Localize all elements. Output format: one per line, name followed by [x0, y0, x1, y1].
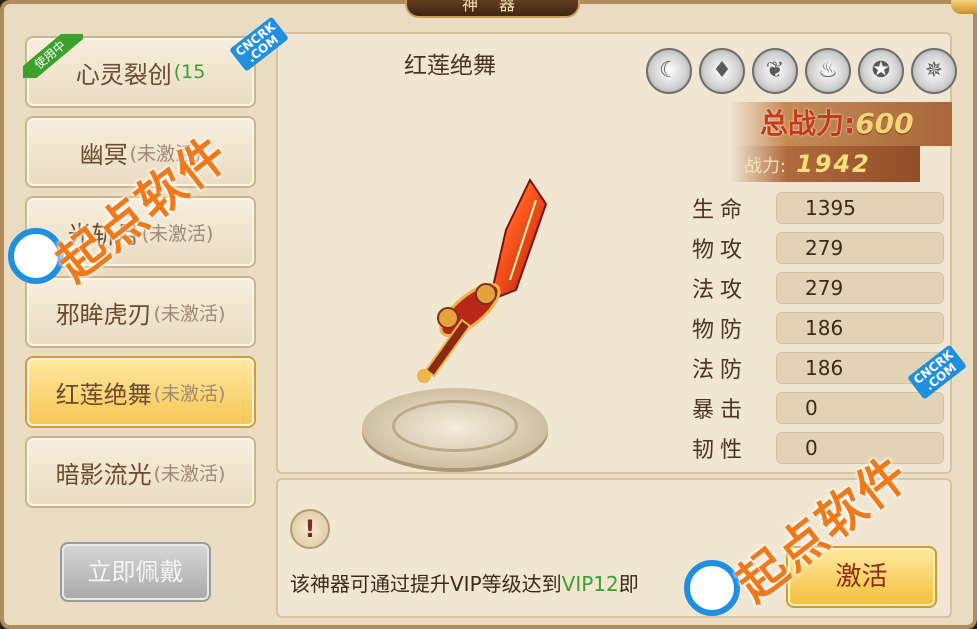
window-title: 神 器	[405, 0, 580, 18]
stat-value: 186	[776, 352, 944, 384]
total-power-label: 总战力:	[760, 107, 856, 140]
demon-icon[interactable]: ✵	[911, 48, 957, 94]
sword-image	[417, 177, 548, 383]
close-corner-icon[interactable]	[951, 0, 977, 14]
artifact-item-youming[interactable]: 幽冥 (未激活)	[25, 116, 256, 188]
stat-row-phys-atk: 物攻 279	[692, 231, 944, 265]
stat-value: 0	[776, 432, 944, 464]
artifact-item-name: 暗影流光	[55, 460, 152, 489]
artifact-power-value: 1942	[796, 150, 871, 178]
stat-label: 生命	[692, 198, 749, 223]
artifact-power-label: 战力:	[744, 156, 787, 177]
stat-value: 279	[776, 232, 944, 264]
artifact-item-status: (15	[173, 61, 206, 83]
exclamation-icon: !	[290, 509, 330, 549]
stat-label: 韧性	[692, 438, 749, 463]
hint-suffix: 即	[618, 572, 639, 596]
artifact-item-name: 幽冥	[79, 140, 128, 169]
artifact-item-status: (未激活)	[153, 382, 226, 405]
stat-row-crit: 暴击 0	[692, 391, 944, 425]
artifact-title: 红莲绝舞	[404, 53, 496, 79]
total-power: 总战力:600	[730, 102, 952, 146]
artifact-item-honglianjuewu[interactable]: 红莲绝舞 (未激活)	[25, 356, 256, 428]
artifact-item-status: (未激活)	[153, 302, 226, 325]
unlock-hint: 该神器可通过提升VIP等级达到VIP12即	[290, 568, 639, 597]
artifact-item-xinling[interactable]: 使用中 心灵裂创 (15	[23, 34, 256, 108]
stat-value: 1395	[776, 192, 944, 224]
artifact-item-name: 红莲绝舞	[55, 380, 152, 409]
beast-mask-icon[interactable]: ✪	[858, 48, 904, 94]
stat-label: 物攻	[692, 238, 749, 263]
blade-icon[interactable]: ♦	[699, 48, 745, 94]
moon-icon[interactable]: ☾	[646, 48, 692, 94]
hint-prefix: 该神器可通过提升VIP等级达到	[290, 572, 562, 596]
flame-icon[interactable]: ♨	[805, 48, 851, 94]
stat-row-phys-def: 物防 186	[692, 311, 944, 345]
stat-row-toughness: 韧性 0	[692, 431, 944, 465]
stat-value: 0	[776, 392, 944, 424]
in-use-badge: 使用中	[23, 34, 83, 78]
stat-row-hp: 生命 1395	[692, 191, 944, 225]
hint-vip-level: VIP12	[561, 572, 619, 596]
wear-now-button[interactable]: 立即佩戴	[60, 542, 211, 602]
artifact-item-name: 心灵裂创	[75, 60, 172, 89]
artifact-item-status: (未激活)	[141, 222, 214, 245]
stat-row-magic-atk: 法攻 279	[692, 271, 944, 305]
stat-label: 物防	[692, 318, 749, 343]
artifact-item-name: 光斩月	[67, 220, 140, 249]
artifact-item-status: (未激活)	[129, 142, 202, 165]
stat-value: 186	[776, 312, 944, 344]
artifact-item-xiemouhuren[interactable]: 邪眸虎刃 (未激活)	[25, 276, 256, 348]
stat-row-magic-def: 法防 186	[692, 351, 944, 385]
artifact-item-name: 邪眸虎刃	[55, 300, 152, 329]
activate-button[interactable]: 激活	[786, 546, 937, 608]
total-power-value: 600	[855, 107, 914, 140]
wing-icon[interactable]: ❦	[752, 48, 798, 94]
stat-value: 279	[776, 272, 944, 304]
stat-label: 暴击	[692, 398, 749, 423]
artifact-power: 战力: 1942	[730, 146, 920, 182]
stat-label: 法防	[692, 358, 749, 383]
artifact-item-anyingliuguang[interactable]: 暗影流光 (未激活)	[25, 436, 256, 508]
artifact-item-status: (未激活)	[153, 462, 226, 485]
artifact-item-guangzhanyue[interactable]: 光斩月 (未激活)	[25, 196, 256, 268]
stat-label: 法攻	[692, 278, 749, 303]
